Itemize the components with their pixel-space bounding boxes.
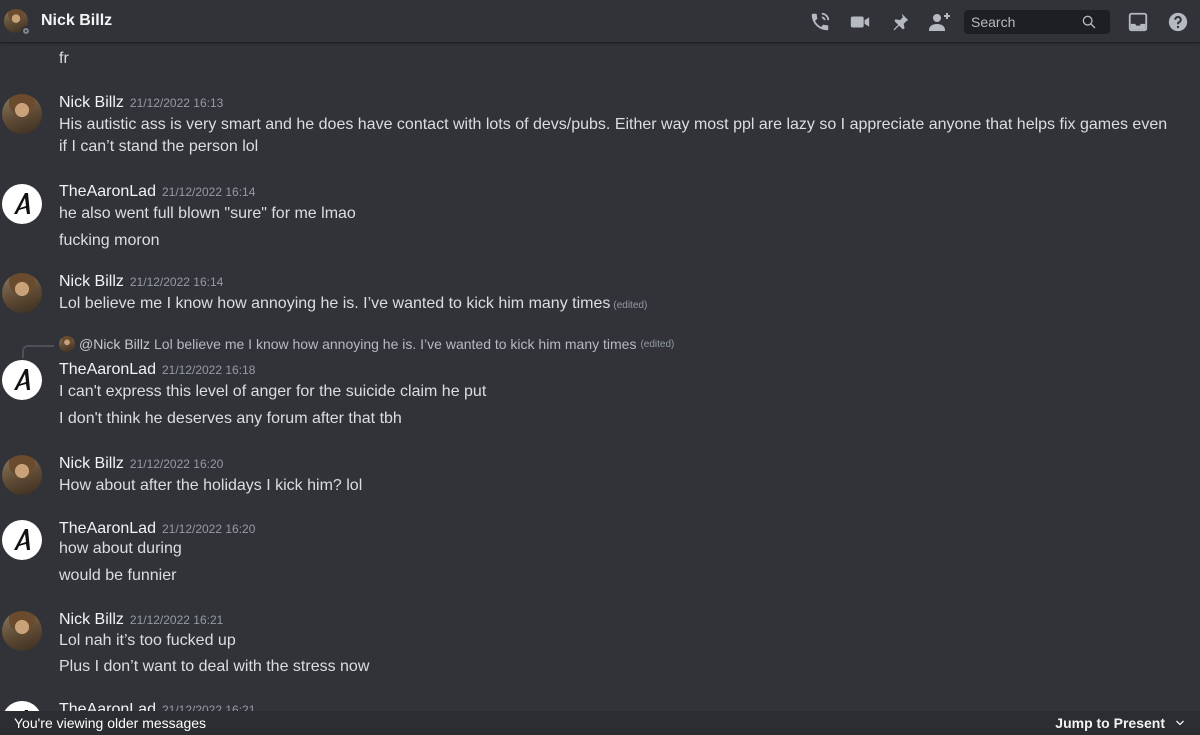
pin-icon[interactable]: [888, 10, 912, 34]
message-group: @Nick Billz Lol believe me I know how an…: [0, 336, 1200, 432]
dm-user-avatar[interactable]: [4, 9, 31, 36]
message-group: Nick Billz 21/12/2022 16:21 Lol nah it’s …: [0, 609, 1200, 679]
add-member-icon[interactable]: [928, 10, 952, 34]
dm-title[interactable]: Nick Billz: [41, 12, 112, 30]
message-header: TheAaronLad 21/12/2022 16:14: [59, 181, 255, 201]
author-name[interactable]: Nick Billz: [59, 611, 124, 628]
reply-spine: [22, 345, 54, 358]
edited-label: (edited): [613, 300, 648, 311]
author-name[interactable]: Nick Billz: [59, 94, 124, 111]
message-text: I can't express this level of anger for …: [59, 383, 487, 400]
jump-to-present-button[interactable]: Jump to Present: [1055, 715, 1186, 731]
search-input[interactable]: [971, 13, 1081, 30]
message-text: How about after the holidays I kick him?…: [59, 477, 363, 494]
timestamp: 21/12/2022 16:20: [161, 522, 256, 536]
search-box[interactable]: [964, 9, 1110, 34]
user-avatar[interactable]: [2, 611, 42, 651]
reply-text[interactable]: Lol believe me I know how annoying he is…: [154, 336, 636, 352]
phone-call-icon[interactable]: [808, 10, 832, 34]
older-messages-bar: You're viewing older messages Jump to Pr…: [0, 711, 1200, 735]
reply-edited-label: (edited): [640, 338, 675, 350]
reply-author[interactable]: @Nick Billz: [79, 336, 150, 352]
jump-to-present-label: Jump to Present: [1055, 715, 1165, 731]
message-text-content: Lol believe me I know how annoying he is…: [59, 295, 611, 312]
author-name[interactable]: TheAaronLad: [59, 361, 156, 378]
message-continuation: fr: [0, 48, 1200, 70]
reply-preview[interactable]: @Nick Billz Lol believe me I know how an…: [59, 336, 674, 352]
aaron-logo-icon: [14, 193, 30, 214]
video-call-icon[interactable]: [848, 10, 872, 34]
message-text: would be funnier: [59, 567, 177, 584]
timestamp: 21/12/2022 16:13: [129, 96, 224, 110]
message-text: Lol believe me I know how annoying he is…: [59, 293, 647, 317]
aaron-logo-icon: [14, 369, 30, 390]
message-text: His autistic ass is very smart and he do…: [59, 116, 1168, 155]
timestamp: 21/12/2022 16:20: [129, 457, 224, 471]
user-avatar[interactable]: [2, 520, 42, 560]
message-header: Nick Billz 21/12/2022 16:20: [59, 453, 223, 473]
status-indicator: [21, 26, 31, 36]
message-group: TheAaronLad 21/12/2022 16:20 how about du…: [0, 518, 1200, 588]
message-text: fucking moron: [59, 232, 160, 249]
message-text: I don't think he deserves any forum afte…: [59, 410, 402, 427]
inbox-icon[interactable]: [1126, 10, 1150, 34]
timestamp: 21/12/2022 16:14: [161, 185, 256, 199]
message-header: TheAaronLad 21/12/2022 16:20: [59, 518, 255, 538]
author-name[interactable]: Nick Billz: [59, 455, 124, 472]
message-header: Nick Billz 21/12/2022 16:21: [59, 609, 223, 629]
message-header: Nick Billz 21/12/2022 16:13: [59, 92, 223, 112]
timestamp: 21/12/2022 16:14: [129, 275, 224, 289]
timestamp: 21/12/2022 16:18: [161, 363, 256, 377]
message-list[interactable]: fr Nick Billz 21/12/2022 16:13 His autist…: [0, 43, 1200, 735]
user-avatar[interactable]: [2, 455, 42, 495]
message-header: TheAaronLad 21/12/2022 16:18: [59, 359, 255, 379]
author-name[interactable]: TheAaronLad: [59, 183, 156, 200]
reply-avatar: [59, 336, 75, 352]
message-group: Nick Billz 21/12/2022 16:14 Lol believe m…: [0, 271, 1200, 315]
search-icon: [1081, 14, 1097, 30]
author-name[interactable]: Nick Billz: [59, 273, 124, 290]
user-avatar[interactable]: [2, 184, 42, 224]
channel-header: Nick Billz: [0, 0, 1200, 43]
help-icon[interactable]: [1166, 10, 1190, 34]
header-toolbar: [808, 0, 1200, 43]
chevron-down-icon: [1176, 720, 1184, 726]
message-header: Nick Billz 21/12/2022 16:14: [59, 271, 223, 291]
author-name[interactable]: TheAaronLad: [59, 520, 156, 537]
aaron-logo-icon: [14, 529, 30, 550]
message-group: Nick Billz 21/12/2022 16:20 How about aft…: [0, 453, 1200, 497]
message-text: fr: [59, 50, 69, 67]
timestamp: 21/12/2022 16:21: [129, 613, 224, 627]
user-avatar[interactable]: [2, 94, 42, 134]
message-text: Plus I don’t want to deal with the stres…: [59, 658, 370, 675]
user-avatar[interactable]: [2, 360, 42, 400]
message-group: TheAaronLad 21/12/2022 16:14 he also went…: [0, 181, 1200, 251]
message-text: he also went full blown "sure" for me lm…: [59, 205, 356, 222]
message-group: Nick Billz 21/12/2022 16:13 His autistic …: [0, 92, 1200, 158]
message-text: Lol nah it’s too fucked up: [59, 632, 236, 649]
message-text: how about during: [59, 540, 182, 557]
user-avatar[interactable]: [2, 273, 42, 313]
older-messages-text: You're viewing older messages: [14, 715, 207, 731]
